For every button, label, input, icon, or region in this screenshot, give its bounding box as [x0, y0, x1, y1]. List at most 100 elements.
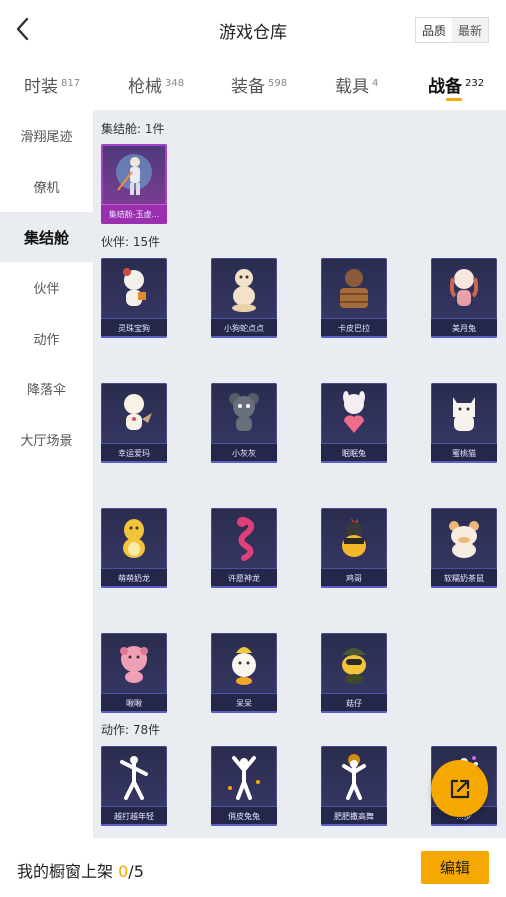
item-card[interactable]: 越打越年轻 — [101, 746, 167, 826]
emote-figure-image — [342, 754, 366, 800]
item-card[interactable]: 灵珠宝狗 — [101, 258, 167, 338]
companion-image — [123, 268, 146, 306]
sidebar-item-lobby-scene[interactable]: 大厅场景 — [0, 414, 93, 464]
item-card[interactable]: 俏皮兔兔 — [211, 746, 277, 826]
tab-count: 598 — [268, 78, 288, 89]
sidebar-item-companion[interactable]: 伙伴 — [0, 262, 93, 312]
item-card[interactable]: 软糯奶茶鼠 — [431, 508, 497, 588]
card-bar — [211, 586, 277, 588]
item-card[interactable]: 集结舱-玉虚... — [101, 144, 167, 224]
section-label-companion: 伙伴: 15件 — [101, 235, 161, 249]
item-name: 软糯奶茶鼠 — [431, 568, 497, 588]
item-card[interactable]: 小狗蛇点点 — [211, 258, 277, 338]
card-bar — [211, 711, 277, 713]
card-bar — [431, 824, 497, 826]
showcase-total: /5 — [128, 862, 144, 881]
card-bar — [101, 711, 167, 713]
sidebar-item-emote[interactable]: 动作 — [0, 313, 93, 363]
item-card[interactable]: 眠眠兔 — [321, 383, 387, 463]
tab-battle-prep[interactable]: 战备 232 — [428, 72, 484, 97]
showcase-label: 我的橱窗上架 — [17, 862, 114, 881]
companion-image — [123, 519, 145, 558]
item-card[interactable]: 呆呆 — [211, 633, 277, 713]
card-bar — [431, 461, 497, 463]
tab-label: 时装 — [24, 77, 58, 97]
showcase-count: 0 — [118, 862, 129, 881]
item-card[interactable]: 美月兔 — [431, 258, 497, 338]
card-bar — [211, 336, 277, 338]
item-name: 幸运爱玛 — [101, 443, 167, 463]
item-name: 眠眠兔 — [321, 443, 387, 463]
tab-guns[interactable]: 枪械 348 — [128, 72, 184, 97]
item-card[interactable]: 萌萌奶龙 — [101, 508, 167, 588]
tab-count: 817 — [61, 78, 81, 89]
tab-label: 载具 — [335, 77, 369, 97]
sort-quality-option[interactable]: 品质 — [416, 18, 452, 42]
card-bar — [101, 586, 167, 588]
sidebar: 滑翔尾迹 僚机 集结舱 伙伴 动作 降落伞 大厅场景 — [0, 110, 93, 838]
item-card[interactable]: 许愿神龙 — [211, 508, 277, 588]
sort-toggle[interactable]: 品质 最新 — [415, 17, 489, 43]
card-bar — [321, 461, 387, 463]
item-card[interactable]: 卡皮巴拉 — [321, 258, 387, 338]
item-card[interactable]: 菇仔 — [321, 633, 387, 713]
item-name: 小灰灰 — [211, 443, 277, 463]
item-name: 俏皮兔兔 — [211, 806, 277, 826]
tab-fashion[interactable]: 时装 817 — [24, 72, 80, 97]
card-bar — [321, 824, 387, 826]
item-card[interactable]: 鸡哥 — [321, 508, 387, 588]
item-name: 集结舱-玉虚... — [101, 204, 167, 224]
item-grid: 集结舱: 1件 集结舱-玉虚... 伙伴: 15件 灵珠宝狗 小狗蛇点点 卡皮巴… — [93, 110, 506, 838]
item-name: 灵珠宝狗 — [101, 318, 167, 338]
showcase-status: 我的橱窗上架 0/5 — [17, 858, 144, 882]
companion-image — [237, 517, 255, 561]
card-bar — [321, 711, 387, 713]
companion-image — [453, 397, 475, 431]
sidebar-item-parachute[interactable]: 降落伞 — [0, 363, 93, 413]
tab-equipment[interactable]: 装备 598 — [231, 72, 287, 97]
card-bar — [431, 586, 497, 588]
card-bar — [101, 461, 167, 463]
category-tabs: 时装 817 枪械 348 装备 598 载具 4 战备 232 — [0, 60, 506, 110]
companion-image — [229, 393, 259, 431]
sidebar-item-wingman[interactable]: 僚机 — [0, 161, 93, 211]
sort-latest-option[interactable]: 最新 — [452, 18, 488, 42]
item-name: 小狗蛇点点 — [211, 318, 277, 338]
companion-image — [449, 269, 479, 306]
companion-image — [340, 269, 368, 308]
item-name: 卡皮巴拉 — [321, 318, 387, 338]
section-label-pod: 集结舱: 1件 — [101, 122, 165, 136]
card-bar — [101, 824, 167, 826]
item-card[interactable]: 啾啾 — [101, 633, 167, 713]
item-name: 蜜桃猫 — [431, 443, 497, 463]
companion-image — [342, 648, 366, 684]
tab-vehicles[interactable]: 载具 4 — [335, 72, 378, 97]
tab-count: 348 — [165, 78, 185, 89]
companion-image — [449, 521, 479, 558]
item-card[interactable]: 幸运爱玛 — [101, 383, 167, 463]
companion-image — [120, 646, 148, 683]
item-name: 美月兔 — [431, 318, 497, 338]
card-bar — [211, 824, 277, 826]
item-name: 萌萌奶龙 — [101, 568, 167, 588]
item-card[interactable]: 小灰灰 — [211, 383, 277, 463]
tab-count: 4 — [372, 78, 379, 89]
sidebar-item-glide-trail[interactable]: 滑翔尾迹 — [0, 110, 93, 160]
share-button[interactable] — [431, 760, 488, 817]
share-external-icon — [450, 779, 469, 798]
section-label-emote: 动作: 78件 — [101, 723, 161, 737]
card-bar — [101, 336, 167, 338]
item-name: 啾啾 — [101, 693, 167, 713]
emote-figure-image — [120, 756, 148, 800]
item-name: 鸡哥 — [321, 568, 387, 588]
edit-button[interactable]: 编辑 — [421, 851, 489, 884]
item-card[interactable]: 肥肥撒高舞 — [321, 746, 387, 826]
item-name: 越打越年轻 — [101, 806, 167, 826]
item-card[interactable]: 蜜桃猫 — [431, 383, 497, 463]
sidebar-item-assembly-pod[interactable]: 集结舱 — [0, 212, 93, 262]
item-name: 呆呆 — [211, 693, 277, 713]
card-bar — [321, 586, 387, 588]
tab-label: 装备 — [231, 77, 265, 97]
tab-count: 232 — [465, 78, 485, 89]
companion-image — [232, 647, 256, 685]
